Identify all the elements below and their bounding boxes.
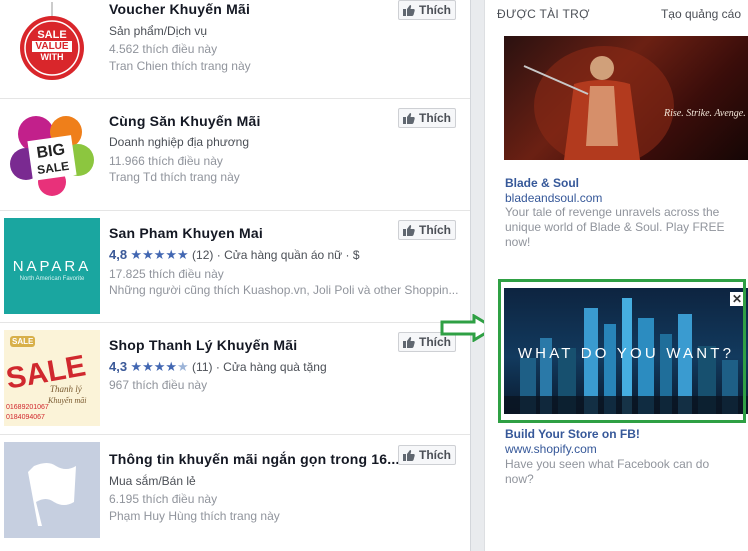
page-name[interactable]: San Pham Khuyen Mai [109,225,263,241]
page-name[interactable]: Cùng Săn Khuyến Mãi [109,113,261,129]
sponsored-label: ĐƯỢC TÀI TRỢ [497,7,590,21]
page-thumbnail[interactable]: SALE SALE Thanh lý Khuyến mãi 0168920106… [4,330,100,426]
like-button[interactable]: Thích [398,220,456,240]
page-category: Mua sắm/Bán lẻ [109,474,196,488]
thumb-text: WITH [40,52,64,62]
page-name[interactable]: Shop Thanh Lý Khuyến Mãi [109,337,297,353]
sponsored-sidebar: ĐƯỢC TÀI TRỢ Tạo quảng cáo Rise. Strike.… [484,0,748,551]
suggested-pages-list: SALE VALUE WITH Voucher Khuyến Mãi Sản p… [0,0,471,551]
page-category: · Cửa hàng quần áo nữ · $ [216,248,360,262]
review-count[interactable]: (12) [192,248,213,262]
page-like-count: 6.195 thích điều này [109,492,218,506]
thumbs-up-icon [403,449,415,461]
list-item: Thông tin khuyến mãi ngắn gọn trong 16..… [0,434,470,546]
page-like-count: 17.825 thích điều này [109,267,224,281]
thumb-text: NAPARA [12,258,92,275]
ad-image[interactable]: Rise. Strike. Avenge. [504,36,748,160]
like-button[interactable]: Thích [398,0,456,20]
page-name[interactable]: Thông tin khuyến mãi ngắn gọn trong 16..… [109,451,400,467]
list-item: SALE SALE Thanh lý Khuyến mãi 0168920106… [0,322,470,435]
page-category: Sản phẩm/Dịch vụ [109,24,208,38]
like-button[interactable]: Thích [398,445,456,465]
ad-title[interactable]: Build Your Store on FB! [505,427,640,441]
like-button[interactable]: Thích [398,108,456,128]
star-rating-icon: ★★★★★ [130,359,188,374]
ad-title[interactable]: Blade & Soul [505,176,579,190]
page-name[interactable]: Voucher Khuyến Mãi [109,1,250,17]
star-full: ★★★★ [130,359,178,374]
list-item: BIG SALE Cùng Săn Khuyến Mãi Doanh nghiệ… [0,98,470,211]
review-count[interactable]: (11) [192,360,212,374]
thumbs-up-icon [403,4,415,16]
like-label: Thích [419,111,451,125]
ad-domain[interactable]: www.shopify.com [505,442,597,456]
thumb-text: 01689201067 [6,404,49,411]
page-like-count: 967 thích điều này [109,378,208,392]
friends-like-text: Phạm Huy Hùng thích trang này [109,509,280,523]
thumb-text: Thanh lý [50,384,82,394]
thumb-text: SALE [10,336,36,347]
page-thumbnail[interactable]: SALE VALUE WITH [4,0,100,90]
friends-like-text: Những người cũng thích Kuashop.vn, Joli … [109,283,459,297]
star-rating-icon: ★★★★★ [130,247,189,262]
thumb-text: North American Favorite [19,276,85,282]
page-like-count: 4.562 thích điều này [109,42,218,56]
page-rating-line: 4,3 ★★★★★ (11) · Cửa hàng quà tặng [109,359,327,375]
star-half: ★ [177,359,189,374]
highlight-box [498,279,746,423]
list-item: SALE VALUE WITH Voucher Khuyến Mãi Sản p… [0,0,470,99]
ad-domain[interactable]: bladeandsoul.com [505,191,602,205]
ad-image-caption: Rise. Strike. Avenge. [664,108,746,119]
like-label: Thích [419,223,451,237]
rating-value: 4,3 [109,359,128,374]
page-rating-line: 4,8 ★★★★★ (12) · Cửa hàng quần áo nữ · $ [109,247,360,263]
friends-like-text: Tran Chien thích trang này [109,59,251,73]
like-label: Thích [419,448,451,462]
list-item: NAPARA North American Favorite San Pham … [0,210,470,323]
thumbs-up-icon [403,336,415,348]
flag-icon [4,442,100,538]
thumbs-up-icon [403,224,415,236]
page-thumbnail[interactable]: BIG SALE [4,106,100,202]
thumb-text: 0184094067 [6,414,45,421]
thumb-text: Khuyến mãi [48,396,87,405]
create-ad-link[interactable]: Tạo quảng cáo [661,7,741,21]
like-label: Thích [419,3,451,17]
thumb-text: SALE [37,29,67,41]
ad-description: Your tale of revenge unravels across the… [505,205,725,249]
friends-like-text: Trang Td thích trang này [109,170,240,184]
ad-description: Have you seen what Facebook can do now? [505,457,710,486]
page-thumbnail[interactable]: NAPARA North American Favorite [4,218,100,314]
thumb-text: VALUE [32,41,72,52]
thumbs-up-icon [403,112,415,124]
page-like-count: 11.966 thích điều này [109,154,223,168]
page-thumbnail[interactable] [4,442,100,538]
rating-value: 4,8 [109,247,128,262]
page-category: · Cửa hàng quà tặng [215,360,327,374]
page-category: Doanh nghiệp địa phương [109,135,250,149]
